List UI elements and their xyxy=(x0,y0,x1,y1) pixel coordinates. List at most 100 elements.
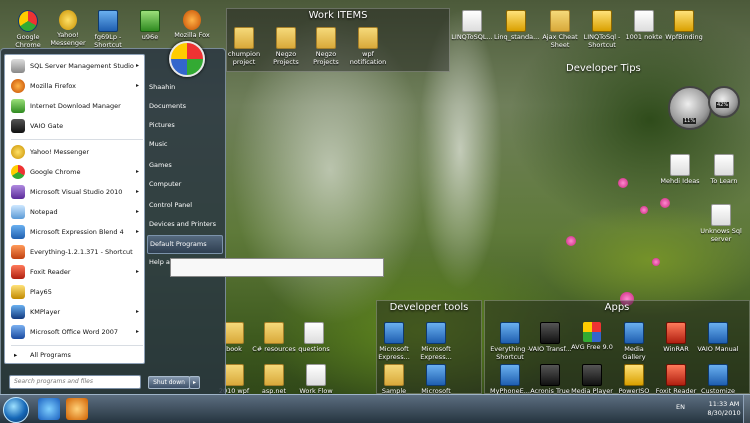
program-notepad[interactable]: Notepad ▸ xyxy=(8,203,145,221)
start-search-input[interactable]: Search programs and files xyxy=(9,375,141,389)
fence-folder[interactable]: Negzo Projects xyxy=(304,27,348,66)
desktop-item[interactable]: asp.net xyxy=(252,364,296,396)
submenu-arrow-icon[interactable]: ▸ xyxy=(136,183,139,201)
program-blend[interactable]: Microsoft Expression Blend 4 ▸ xyxy=(8,223,145,241)
program-foxit[interactable]: Foxit Reader ▸ xyxy=(8,263,145,281)
right-item-user[interactable]: Shaahin xyxy=(149,79,221,96)
app-item[interactable]: Media Gallery xyxy=(612,322,656,361)
desktop-icon-firefox[interactable]: Mozilla Fox xyxy=(170,10,214,40)
language-indicator[interactable]: EN xyxy=(676,403,685,411)
desktop-item[interactable]: Microsoft xyxy=(414,364,458,396)
app-item[interactable]: PowerISO xyxy=(612,364,656,396)
app-item[interactable]: MyPhoneE... xyxy=(488,364,532,396)
desktop-icon-u96e[interactable]: u96e xyxy=(128,10,172,42)
right-item-games[interactable]: Games xyxy=(149,157,221,174)
desktop-item[interactable]: To Learn xyxy=(702,154,746,186)
fence-folder[interactable]: Negzo Projects xyxy=(264,27,308,66)
taskbar-media-player-icon[interactable] xyxy=(66,398,88,420)
program-yahoo[interactable]: Yahoo! Messenger xyxy=(8,143,145,161)
right-item-control-panel[interactable]: Control Panel xyxy=(149,197,221,214)
chrome-icon xyxy=(18,10,38,32)
application-icon xyxy=(426,322,446,344)
right-item-computer[interactable]: Computer xyxy=(149,176,221,193)
desktop-item[interactable]: Ajax Cheat Sheet xyxy=(538,10,582,49)
right-item-pictures[interactable]: Pictures xyxy=(149,117,221,134)
desktop-item[interactable]: Linq_standa... xyxy=(494,10,539,42)
app-item[interactable]: Everything - Shortcut xyxy=(488,322,532,361)
shutdown-options-arrow-icon[interactable]: ▸ xyxy=(189,376,200,389)
right-item-music[interactable]: Music xyxy=(149,136,221,153)
submenu-arrow-icon[interactable]: ▸ xyxy=(136,163,139,181)
fence-title: Apps xyxy=(604,302,630,313)
system-clock[interactable]: 11:33 AM 8/30/2010 xyxy=(700,400,748,418)
app-item[interactable]: Acronis True xyxy=(528,364,572,396)
show-desktop-button[interactable] xyxy=(743,395,750,423)
program-chrome[interactable]: Google Chrome ▸ xyxy=(8,163,145,181)
program-play65[interactable]: Play65 xyxy=(8,283,145,301)
application-icon xyxy=(140,10,160,32)
program-label: Notepad xyxy=(30,208,58,216)
application-icon xyxy=(98,10,118,32)
app-item[interactable]: Foxit Reader xyxy=(654,364,698,396)
desktop-item[interactable]: Work Flow xyxy=(294,364,338,396)
desktop-icon-shortcut[interactable]: fg69Lp - Shortcut xyxy=(86,10,130,49)
app-item[interactable]: WinRAR xyxy=(654,322,698,354)
user-picture[interactable] xyxy=(169,41,205,77)
app-item[interactable]: VAIO Transf... xyxy=(528,322,572,354)
application-icon xyxy=(582,364,602,386)
submenu-arrow-icon[interactable]: ▸ xyxy=(136,263,139,281)
expression-blend-icon xyxy=(11,225,25,239)
desktop-item[interactable]: Unknows Sql server xyxy=(699,204,743,243)
program-idm[interactable]: Internet Download Manager xyxy=(8,97,145,115)
desktop-item[interactable]: Sample xyxy=(372,364,416,396)
folder-icon xyxy=(234,27,254,49)
shutdown-button[interactable]: Shut down xyxy=(148,376,190,389)
desktop-icon-label: Google Chrome xyxy=(15,33,41,49)
right-item-documents[interactable]: Documents xyxy=(149,98,221,115)
start-button[interactable] xyxy=(3,397,29,423)
desktop-item[interactable]: LINQToSql - Shortcut xyxy=(580,10,624,49)
submenu-arrow-icon[interactable]: ▸ xyxy=(136,303,139,321)
folder-icon xyxy=(264,364,284,386)
flower-decoration xyxy=(618,178,628,188)
submenu-arrow-icon[interactable]: ▸ xyxy=(136,323,139,341)
folder-label: chumpion project xyxy=(227,50,261,66)
app-item[interactable]: VAIO Manual xyxy=(696,322,740,354)
fence-folder[interactable]: chumpion project xyxy=(222,27,266,66)
program-sql-server[interactable]: SQL Server Management Studio ▸ xyxy=(8,57,145,75)
program-everything[interactable]: Everything-1.2.1.371 - Shortcut xyxy=(8,243,145,261)
submenu-arrow-icon[interactable]: ▸ xyxy=(136,203,139,221)
fence-folder[interactable]: wpf notification xyxy=(346,27,390,66)
desktop-item[interactable]: questions xyxy=(292,322,336,354)
program-word[interactable]: Microsoft Office Word 2007 ▸ xyxy=(8,323,145,341)
submenu-arrow-icon[interactable]: ▸ xyxy=(136,57,139,75)
right-item-devices-printers[interactable]: Devices and Printers xyxy=(149,216,221,233)
all-programs-button[interactable]: ▸ All Programs xyxy=(8,348,145,362)
desktop-item[interactable]: WpfBinding xyxy=(662,10,706,42)
submenu-arrow-icon[interactable]: ▸ xyxy=(136,77,139,95)
program-firefox[interactable]: Mozilla Firefox ▸ xyxy=(8,77,145,95)
app-item[interactable]: AVG Free 9.0 xyxy=(570,322,614,352)
desktop-item[interactable]: Mehdi Ideas xyxy=(658,154,702,186)
submenu-arrow-icon[interactable]: ▸ xyxy=(136,223,139,241)
app-item[interactable]: Media Player xyxy=(570,364,614,396)
application-icon xyxy=(384,322,404,344)
app-item[interactable]: Customize xyxy=(696,364,740,396)
sql-server-icon xyxy=(11,59,25,73)
desktop-icon-chrome[interactable]: Google Chrome xyxy=(6,10,50,49)
taskbar-internet-explorer-icon[interactable] xyxy=(38,398,60,420)
program-visual-studio[interactable]: Microsoft Visual Studio 2010 ▸ xyxy=(8,183,145,201)
folder-icon xyxy=(264,322,284,344)
desktop-item[interactable]: C# resources xyxy=(252,322,296,354)
desktop-item[interactable]: 1001 nokte xyxy=(622,10,666,42)
program-kmplayer[interactable]: KMPlayer ▸ xyxy=(8,303,145,321)
program-label: Mozilla Firefox xyxy=(30,82,76,90)
desktop-item[interactable]: Microsoft Express... xyxy=(372,322,416,361)
desktop-icon-yahoo[interactable]: Yahoo! Messenger xyxy=(46,10,90,47)
program-label: SQL Server Management Studio xyxy=(30,62,134,70)
desktop-item[interactable]: LINQToSQL... xyxy=(450,10,494,42)
folder-icon xyxy=(224,322,244,344)
desktop-item[interactable]: Microsoft Express... xyxy=(414,322,458,361)
right-item-default-programs[interactable]: Default Programs xyxy=(147,235,223,254)
program-vaio-gate[interactable]: VAIO Gate xyxy=(8,117,145,135)
